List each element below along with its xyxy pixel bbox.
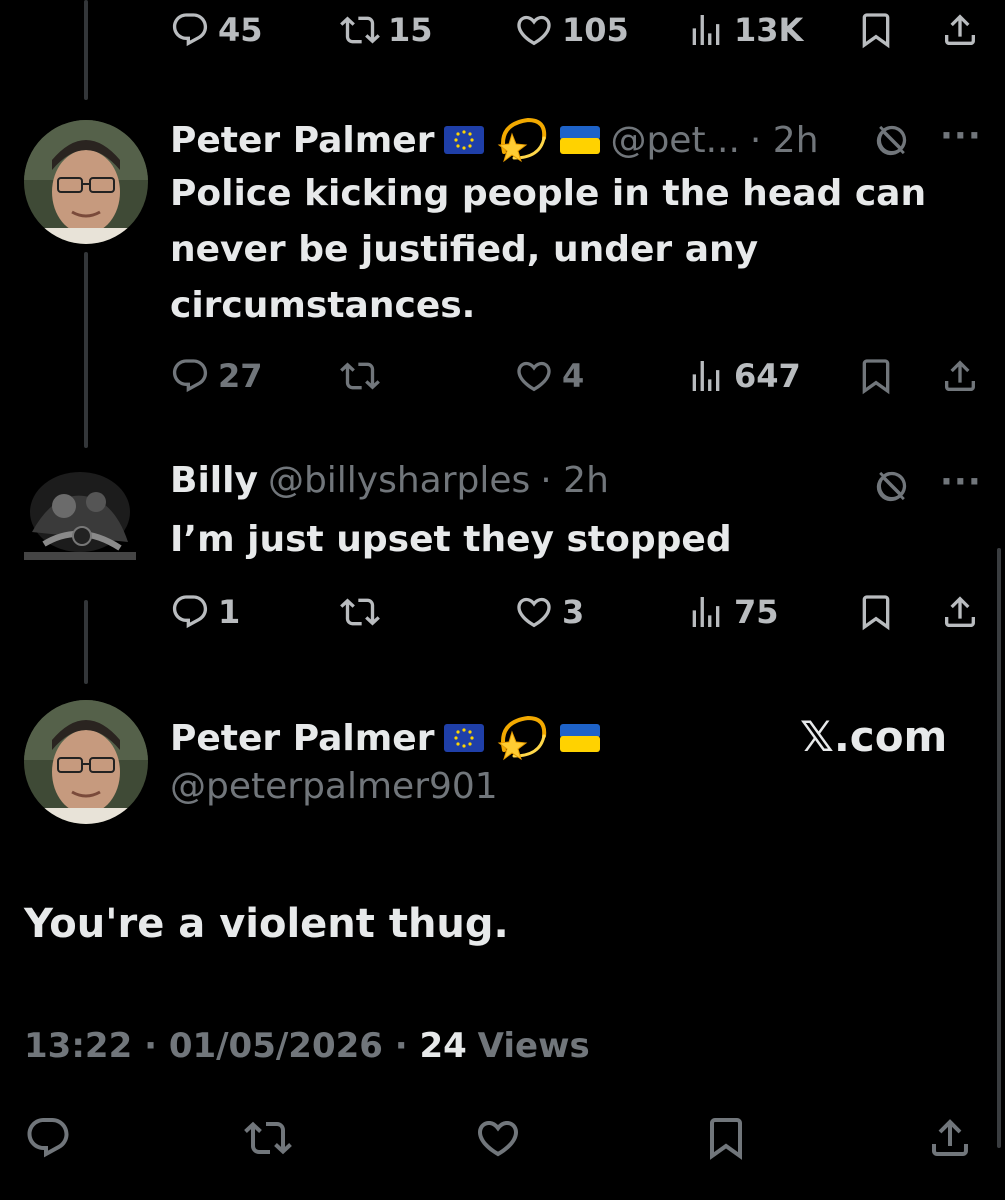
thread-line — [84, 0, 88, 100]
eu-flag-icon — [444, 126, 485, 154]
bookmark-icon — [856, 592, 896, 632]
timestamp[interactable]: · 2h — [750, 120, 819, 161]
like-icon — [514, 356, 554, 396]
views-icon — [686, 356, 726, 396]
views-icon — [686, 10, 726, 50]
scrollbar[interactable] — [997, 548, 1001, 1148]
share-icon — [940, 10, 980, 50]
share-button[interactable] — [940, 356, 980, 396]
repost-action[interactable] — [340, 356, 380, 396]
dizzy-star-icon — [498, 117, 547, 163]
like-icon — [474, 1114, 522, 1162]
reply-action[interactable]: 1 — [170, 592, 240, 632]
reply-icon — [170, 10, 210, 50]
share-button[interactable] — [926, 1114, 974, 1162]
views-action[interactable]: 647 — [686, 356, 801, 396]
reply-action[interactable] — [24, 1114, 72, 1162]
views-count: 647 — [734, 357, 801, 395]
bookmark-button[interactable] — [702, 1114, 750, 1162]
bookmark-icon — [856, 10, 896, 50]
eu-flag-icon — [444, 724, 485, 752]
repost-icon — [340, 592, 380, 632]
display-name[interactable]: Billy — [170, 460, 258, 501]
dizzy-star-icon — [498, 715, 547, 761]
handle[interactable]: @billysharples — [268, 460, 530, 501]
grok-icon[interactable] — [872, 120, 912, 160]
handle[interactable]: @peterpalmer901 — [170, 766, 498, 807]
more-icon[interactable]: ··· — [940, 116, 982, 156]
like-action[interactable]: 3 — [514, 592, 584, 632]
repost-action[interactable]: 15 — [340, 10, 433, 50]
tweet-date[interactable]: 01/05/2026 — [169, 1026, 383, 1066]
reply-icon — [24, 1114, 72, 1162]
share-icon — [940, 356, 980, 396]
reply-count: 27 — [218, 357, 263, 395]
meta-separator: · — [382, 1026, 420, 1066]
reply-action[interactable]: 27 — [170, 356, 263, 396]
share-button[interactable] — [940, 10, 980, 50]
views-action[interactable]: 13K — [686, 10, 803, 50]
meta-separator: · — [132, 1026, 169, 1066]
like-count: 3 — [562, 593, 585, 631]
like-action[interactable]: 4 — [514, 356, 584, 396]
views-count: 24 — [419, 1026, 467, 1066]
reply-count: 45 — [218, 11, 263, 49]
tweet-text: I’m just upset they stopped — [170, 519, 732, 560]
x-brand: 𝕏.com — [800, 712, 948, 761]
like-icon — [514, 592, 554, 632]
like-count: 4 — [562, 357, 585, 395]
share-icon — [926, 1114, 974, 1162]
views-count: 13K — [734, 11, 804, 49]
display-name[interactable]: Peter Palmer — [170, 120, 434, 161]
avatar[interactable] — [24, 120, 148, 244]
bookmark-icon — [856, 356, 896, 396]
reply-icon — [170, 356, 210, 396]
handle[interactable]: @pet... — [610, 120, 739, 161]
repost-icon — [340, 10, 380, 50]
share-icon — [940, 592, 980, 632]
repost-action[interactable] — [340, 592, 380, 632]
repost-action[interactable] — [244, 1114, 292, 1162]
like-action[interactable]: 105 — [514, 10, 629, 50]
ukraine-flag-icon — [560, 724, 601, 752]
views-icon — [686, 592, 726, 632]
repost-icon — [244, 1114, 292, 1162]
reply-count: 1 — [218, 593, 241, 631]
timestamp[interactable]: · 2h — [540, 460, 609, 501]
bookmark-button[interactable] — [856, 592, 896, 632]
thread-line — [84, 600, 88, 684]
grok-icon[interactable] — [872, 466, 912, 506]
more-icon[interactable]: ··· — [940, 462, 982, 502]
bookmark-button[interactable] — [856, 10, 896, 50]
reply-icon — [170, 592, 210, 632]
repost-count: 15 — [388, 11, 433, 49]
share-button[interactable] — [940, 592, 980, 632]
tweet-time[interactable]: 13:22 — [24, 1026, 132, 1066]
tweet-meta: 13:22 · 01/05/2026 · 24 Views — [24, 1026, 590, 1066]
bookmark-button[interactable] — [856, 356, 896, 396]
like-action[interactable] — [474, 1114, 522, 1162]
bookmark-icon — [702, 1114, 750, 1162]
ukraine-flag-icon — [560, 126, 601, 154]
display-name[interactable]: Peter Palmer — [170, 718, 434, 759]
avatar[interactable] — [24, 452, 136, 572]
like-count: 105 — [562, 11, 629, 49]
views-action[interactable]: 75 — [686, 592, 779, 632]
reply-action[interactable]: 45 — [170, 10, 263, 50]
tweet-text: You're a violent thug. — [24, 901, 509, 947]
repost-icon — [340, 356, 380, 396]
like-icon — [514, 10, 554, 50]
views-count: 75 — [734, 593, 779, 631]
views-label: Views — [477, 1026, 590, 1066]
avatar[interactable] — [24, 700, 148, 824]
tweet-text: Police kicking people in the head can ne… — [170, 173, 927, 326]
thread-line — [84, 252, 88, 448]
